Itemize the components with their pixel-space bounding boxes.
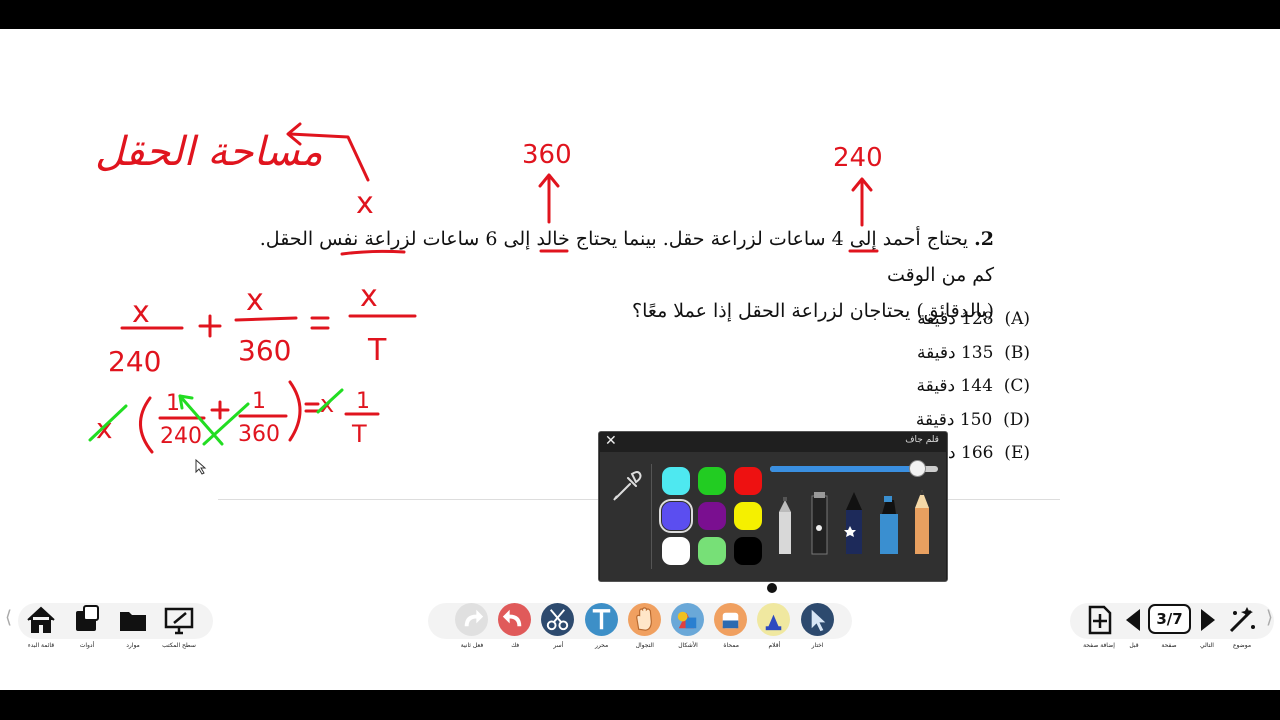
add-page-icon[interactable] (1082, 603, 1116, 637)
select-button[interactable] (800, 603, 834, 636)
eq2-paren-close (288, 380, 302, 442)
palette-title: قلم جاف (905, 435, 939, 445)
eq-x1: x (132, 295, 150, 330)
label-main-menu: قائمة البدء (27, 642, 55, 649)
editor-button[interactable] (584, 603, 618, 636)
palette-body (600, 452, 946, 581)
tools-icon[interactable] (70, 603, 104, 637)
pens-button[interactable] (757, 603, 791, 636)
color-swatch-3[interactable] (734, 467, 762, 495)
eq2-360: 360 (238, 422, 280, 447)
mouse-cursor-icon (195, 458, 207, 475)
color-swatch-4[interactable] (659, 499, 693, 533)
prev-page-icon[interactable] (1117, 603, 1151, 637)
chalk-pen-icon[interactable] (844, 492, 862, 554)
color-swatch-5[interactable] (698, 502, 726, 530)
eq-T: T (367, 333, 387, 368)
redo-button[interactable] (455, 603, 488, 636)
color-swatch-2[interactable] (698, 467, 726, 495)
eq2-paren-open (139, 396, 154, 454)
eq2-T: T (351, 420, 367, 448)
palette-separator (651, 464, 652, 569)
shapes-button[interactable] (671, 603, 704, 636)
eq-240: 240 (108, 345, 161, 378)
eq2-240: 240 (160, 424, 202, 449)
eraser-icon (722, 612, 739, 629)
cut-button[interactable] (541, 603, 575, 636)
label-360: 360 (522, 140, 572, 170)
eq2-one-b: 1 (252, 389, 266, 414)
label-resources: موارد (126, 642, 140, 649)
text-icon (592, 609, 610, 630)
folder-icon[interactable] (116, 603, 150, 637)
label-theme: موضوع (1232, 642, 1252, 649)
color-swatch-9[interactable] (734, 537, 762, 565)
underline-field (340, 249, 406, 256)
label-select: اختار (811, 642, 824, 649)
eq-equals (310, 316, 330, 330)
cursor-icon (811, 609, 825, 632)
undo-button[interactable] (498, 603, 532, 636)
toolbar-left-collapse[interactable]: ⟨ (5, 607, 12, 628)
palette-anchor-dot (767, 583, 777, 593)
label-tools: أدوات (79, 642, 95, 649)
shapes-icon (677, 611, 697, 629)
eq-x2: x (246, 283, 264, 318)
eq2-one-c: 1 (356, 389, 370, 414)
pen-tools (779, 490, 929, 555)
desktop-icon[interactable] (162, 603, 196, 637)
ballpoint-pen-icon[interactable] (779, 497, 791, 554)
next-page-icon[interactable] (1190, 603, 1224, 637)
thickness-slider-knob[interactable] (908, 460, 926, 477)
label-240: 240 (833, 143, 883, 173)
palette-close-button[interactable]: ✕ (605, 433, 617, 449)
eq-x3: x (360, 279, 378, 314)
page-indicator[interactable]: 3/7 (1148, 604, 1191, 634)
thickness-slider-fill (770, 466, 918, 472)
hand-icon (635, 607, 652, 631)
eraser-button[interactable] (714, 603, 748, 636)
marker-icon[interactable] (811, 492, 828, 555)
color-swatch-7[interactable] (662, 537, 690, 565)
eq-plus (198, 314, 222, 338)
pencil-icon[interactable] (915, 490, 929, 554)
x-annotation: x (356, 186, 374, 221)
theme-wand-icon[interactable] (1225, 603, 1259, 637)
thickness-slider[interactable] (770, 460, 938, 477)
toolbar-right-collapse[interactable]: ⟩ (1266, 607, 1273, 628)
color-swatch-1[interactable] (662, 467, 690, 495)
eq2-one-a: 1 (166, 391, 180, 416)
eyedropper-icon[interactable] (606, 466, 646, 506)
color-swatch-6[interactable] (734, 502, 762, 530)
bottom-letterbox (0, 690, 1280, 720)
pan-button[interactable] (627, 603, 661, 636)
redo-icon (464, 609, 484, 627)
pen-palette: ✕ قلم جاف (598, 431, 948, 582)
scissors-icon (547, 609, 569, 631)
home-icon[interactable] (24, 603, 58, 637)
undo-icon (503, 609, 522, 627)
eq-360: 360 (238, 334, 291, 367)
pen-icon (766, 614, 782, 631)
color-swatch-8[interactable] (698, 537, 726, 565)
highlighter-icon[interactable] (880, 496, 898, 554)
label-desktop: سطح المكتب (162, 642, 196, 649)
